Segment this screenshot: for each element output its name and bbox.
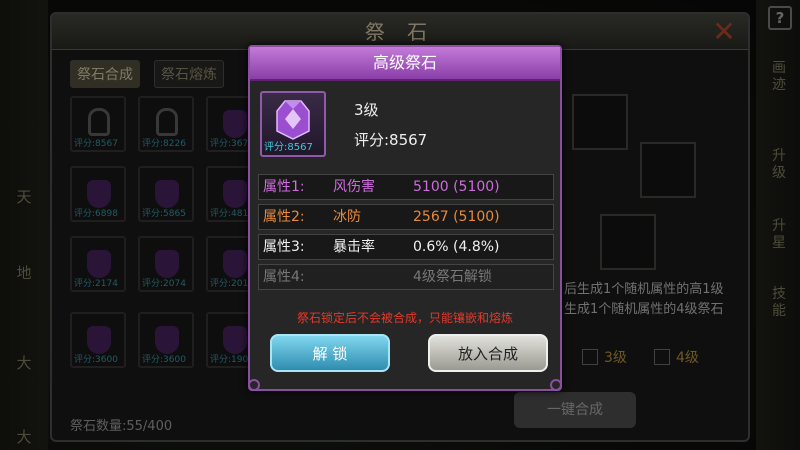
unlock-button[interactable]: 解 锁 [270, 334, 390, 372]
dialog-title: 高级祭石 [372, 53, 437, 72]
attr-name: 暴击率 [333, 239, 375, 255]
attribute-row-3: 属性3: 暴击率 0.6% (4.8%) [258, 234, 554, 260]
stone-score: 评分:8567 [354, 131, 428, 149]
attr-name: 风伤害 [333, 179, 375, 195]
put-into-merge-button[interactable]: 放入合成 [428, 334, 548, 372]
purple-gem-icon [276, 100, 310, 140]
stone-detail-dialog: 高级祭石 评分:8567 3级 评分:8567 属性1: 风伤害 5100 (5… [248, 45, 562, 391]
lock-warning: 祭石锁定后不会被合成，只能镶嵌和熔炼 [296, 311, 513, 325]
attribute-row-locked: 属性4: 4级祭石解锁 [258, 264, 554, 290]
attribute-row-1: 属性1: 风伤害 5100 (5100) [258, 174, 554, 200]
attr-label: 属性3: [263, 239, 305, 255]
stone-level: 3级 [354, 101, 379, 119]
corner-ornament [550, 379, 562, 391]
attribute-row-2: 属性2: 冰防 2567 (5100) [258, 204, 554, 230]
attr-name: 冰防 [333, 209, 361, 225]
attr-unlock-message: 4级祭石解锁 [413, 269, 492, 285]
attr-value: 5100 (5100) [413, 179, 500, 195]
dialog-header: 高级祭石 [250, 47, 560, 81]
attr-label: 属性2: [263, 209, 305, 225]
attr-value: 0.6% (4.8%) [413, 239, 500, 255]
attr-value: 2567 (5100) [413, 209, 500, 225]
attr-label: 属性4: [263, 269, 305, 285]
icon-score: 评分:8567 [264, 142, 313, 153]
corner-ornament [248, 379, 260, 391]
attr-label: 属性1: [263, 179, 305, 195]
stone-item-icon: 评分:8567 [260, 91, 326, 157]
